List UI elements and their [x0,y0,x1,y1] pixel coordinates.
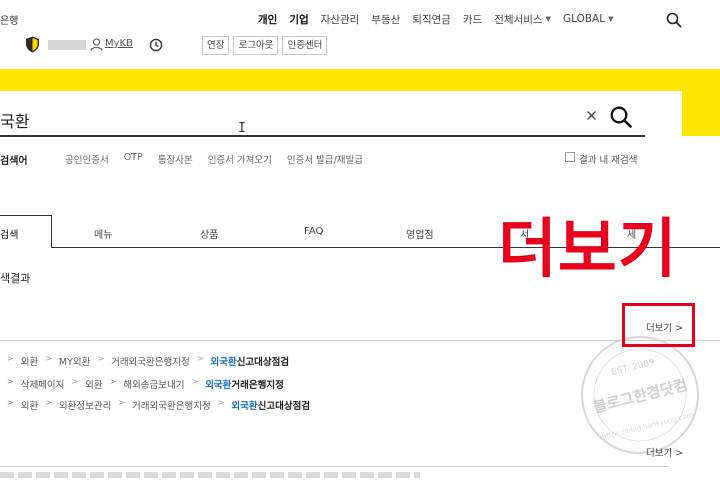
popular-keywords: 공인인증서 OTP 통장사본 인증서 가져오기 인증서 발급/재발급 [65,152,378,166]
path-highlight: 외국환 [205,380,232,391]
mykb-link[interactable]: MyKB [105,38,133,49]
path-part: 외환정보관리 [58,401,112,412]
tab-menu[interactable]: 메뉴 [94,226,112,241]
chevron-right-icon: > [196,354,204,363]
path-part: 삭제페이지 [20,380,65,391]
username-masked [48,40,86,50]
chevron-right-icon: > [97,354,105,363]
result-path-row[interactable]: > 외환 > MY외환 > 거래외국환은행지정 > 외국환 신고대상점검 [0,354,289,368]
keyword-otp[interactable]: OTP [124,152,143,166]
nav-pension[interactable]: 퇴직연금 [412,12,451,27]
path-title: 거래은행지정 [231,380,284,391]
keyword-passbook[interactable]: 통장사본 [158,152,193,166]
result-path-row[interactable]: > 삭제페이지 > 외환 > 해외송금보내기 > 외국환 거래은행지정 [0,377,284,391]
results-divider [0,340,720,341]
path-highlight: 외국환 [231,401,258,412]
result-path-row[interactable]: > 외환 > 외환정보관리 > 거래외국환은행지정 > 외국환 신고대상점검 [0,398,310,412]
text-cursor: I [238,121,246,136]
yellow-banner-edge [682,69,720,136]
nav-wealth[interactable]: 자산관리 [321,12,360,27]
search-icon[interactable] [666,12,682,28]
keywords-label: 검색어 [0,156,28,167]
logout-button[interactable]: 로그아웃 [233,36,279,55]
path-part: 해외송금보내기 [123,380,185,391]
chevron-down-icon: ▼ [545,15,551,23]
global-label: GLOBAL [562,13,606,25]
path-part: 외환 [20,357,39,368]
chevron-right-icon: > [7,398,14,407]
research-checkbox[interactable] [565,152,575,162]
tab-faq[interactable]: FAQ [304,226,323,237]
path-part: 외환 [85,380,103,391]
nav-all-services[interactable]: 전체서비스 [494,12,542,27]
extend-session-button[interactable]: 연장 [202,36,230,55]
nav-card[interactable]: 카드 [463,12,482,27]
cert-center-button[interactable]: 인증센터 [282,36,328,55]
tab-search[interactable]: 검색 [0,226,18,241]
more-label: 더보기 [646,448,673,459]
nav-business[interactable]: 기업 [289,12,308,27]
search-submit-icon[interactable] [610,106,632,128]
keyword-import-cert[interactable]: 인증서 가져오기 [208,152,272,166]
more-link[interactable]: 더보기 > [646,445,683,459]
search-input[interactable]: 국환 [0,108,29,132]
user-icon[interactable] [90,38,103,51]
chevron-right-icon: > [109,377,117,386]
truncated-result-text [0,472,420,478]
nav-personal[interactable]: 개인 [258,12,277,27]
all-services-label: 전체서비스 [494,13,543,26]
annotation-overlay-text: 더보기 [498,213,678,287]
path-title: 신고대상점검 [257,401,311,412]
path-part: MY외환 [58,357,91,368]
close-icon[interactable] [586,110,597,121]
chevron-right-icon: > [7,354,14,363]
path-part: 외환 [20,401,39,412]
keyword-cert[interactable]: 공인인증서 [65,152,109,166]
annotation-highlight-box [622,303,695,347]
results-heading: 색결과 [0,272,31,285]
nav-global[interactable]: GLOBAL [563,13,605,25]
path-part: 거래외국환은행지정 [111,357,190,368]
chevron-right-icon: > [191,377,199,386]
path-highlight: 외국환 [210,357,237,368]
nav-realestate[interactable]: 부동산 [371,12,400,27]
top-nav: 개인 기업 자산관리 부동산 퇴직연금 카드 전체서비스 ▼ GLOBAL ▼ [258,11,613,27]
brand-text[interactable]: 은행 [0,12,18,27]
watermark-sub: EST. 2009 [610,358,656,379]
chevron-right-icon: > [217,398,225,407]
chevron-right-icon: > [675,448,684,459]
path-title: 신고대상점검 [236,357,290,368]
shield-icon [26,36,39,53]
chevron-right-icon: > [45,354,52,363]
yellow-banner [0,69,720,91]
chevron-right-icon: > [71,377,79,386]
results-divider [0,466,668,467]
chevron-right-icon: > [45,398,52,407]
path-part: 거래외국환은행지정 [132,401,211,412]
keyword-issue-cert[interactable]: 인증서 발급/재발급 [287,152,363,166]
chevron-right-icon: > [7,377,14,386]
clock-icon[interactable] [149,38,163,52]
tab-branches[interactable]: 영업점 [406,226,434,241]
tab-products[interactable]: 상품 [200,226,218,241]
chevron-down-icon: ▼ [608,15,614,23]
chevron-right-icon: > [118,398,126,407]
research-label[interactable]: 결과 내 재검색 [579,152,637,166]
watermark-main: 블로그한경닷컴 [591,376,689,417]
session-buttons: 연장 로그아웃 인증센터 [202,36,331,55]
search-underline [0,135,645,137]
